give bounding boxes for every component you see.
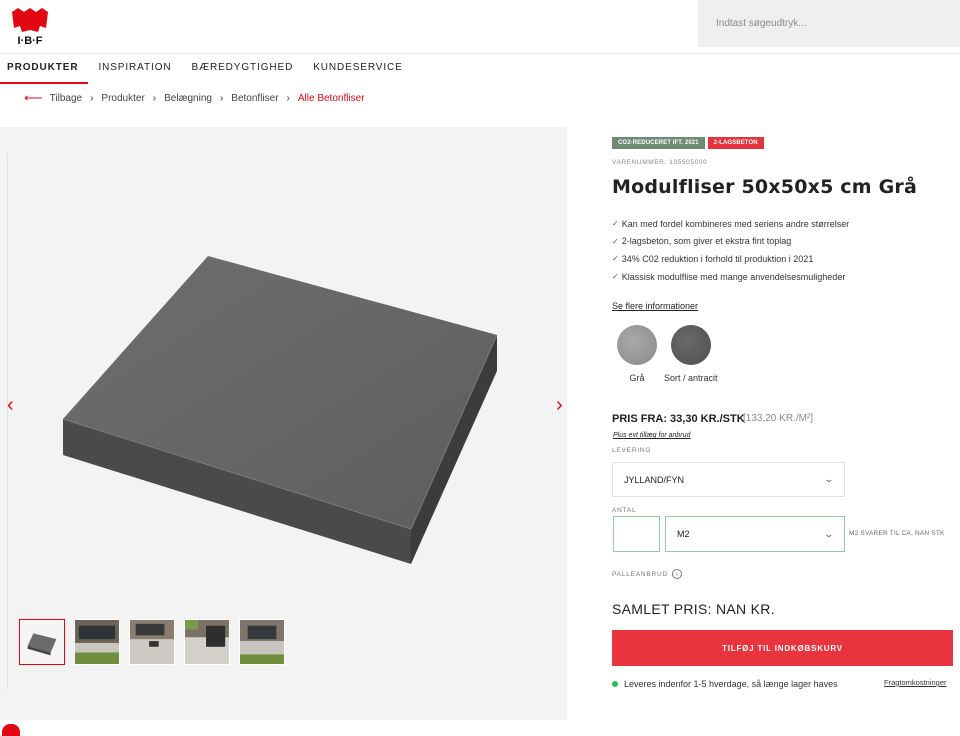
quantity-label: ANTAL (612, 507, 637, 514)
price: PRIS FRA: 33,30 KR./STK (612, 413, 745, 425)
svg-text:I·B·F: I·B·F (17, 35, 42, 46)
gallery-divider (7, 153, 8, 689)
feature-item: ✓ Kan med fordel kombineres med seriens a… (612, 218, 850, 229)
color-circle (670, 325, 711, 365)
thumbnail-4[interactable] (184, 619, 230, 665)
feature-list: ✓ Kan med fordel kombineres med seriens a… (612, 215, 849, 285)
main-nav: PRODUKTER INSPIRATION BÆREDYGTIGHED KUND… (0, 54, 413, 84)
more-info-link[interactable]: Se flere informationer (612, 301, 698, 311)
thumbnail-1[interactable] (19, 619, 65, 665)
broken-surcharge-link[interactable]: Plus evt tillæg for anbrud (613, 432, 690, 439)
color-swatch-gra[interactable]: Grå (617, 325, 657, 383)
product-info: CO2-REDUCERET IFT. 2021 2-LAGSBETON VARE… (612, 0, 960, 736)
nav-item-produkter[interactable]: PRODUKTER (0, 54, 89, 84)
product-image (62, 256, 498, 564)
badge-row: CO2-REDUCERET IFT. 2021 2-LAGSBETON (612, 137, 764, 149)
chevron-right-icon: › (286, 92, 290, 104)
color-swatch-sort[interactable]: Sort / antracit (664, 325, 718, 383)
add-to-cart-button[interactable]: TILFØJ TIL INDKØBSKURV (612, 630, 953, 666)
unit-conversion-note: M2 SVARER TIL CA. NAN STK (849, 530, 945, 537)
stock-status: Leveres indenfor 1-5 hverdage, så længe … (612, 679, 838, 689)
in-stock-dot-icon (612, 681, 618, 687)
chevron-right-icon: › (152, 92, 157, 104)
chevron-right-icon: › (219, 92, 224, 104)
feature-item: ✓ Klassisk modulflise med mange anvendels… (612, 271, 846, 282)
chevron-right-icon[interactable]: › (556, 395, 563, 415)
color-label: Sort / antracit (664, 373, 718, 383)
chevron-right-icon: › (90, 92, 94, 104)
info-icon[interactable]: i (672, 569, 683, 579)
thumbnail-strip (19, 619, 285, 665)
check-icon: ✓ (612, 254, 619, 264)
freight-cost-link[interactable]: Fragtomkostninger (884, 678, 947, 687)
ibf-logo[interactable]: I·B·F (10, 6, 50, 46)
nav-item-kundeservice[interactable]: KUNDESERVICE (303, 54, 413, 84)
quantity-input[interactable] (613, 516, 660, 552)
breadcrumb-back[interactable]: Tilbage (50, 93, 82, 104)
color-circle (617, 325, 657, 365)
breadcrumb-betonfliser[interactable]: Betonfliser (231, 93, 278, 104)
breadcrumb-produkter[interactable]: Produkter (101, 93, 144, 104)
chat-icon[interactable] (2, 724, 20, 736)
thumbnail-5[interactable] (239, 619, 285, 665)
check-icon: ✓ (612, 272, 619, 282)
product-gallery: ‹ › (0, 127, 567, 720)
check-icon: ✓ (612, 219, 619, 229)
check-icon: ✓ (612, 236, 619, 246)
back-arrow-icon[interactable]: ⟵ (24, 90, 43, 106)
breadcrumb-belaegning[interactable]: Belægning (164, 93, 212, 104)
price-per-m2: [133,20 KR./M²] (743, 413, 814, 424)
feature-item: ✓ 2-lagsbeton, som giver et ekstra fint t… (612, 236, 792, 247)
chevron-down-icon: ⌄ (823, 528, 835, 539)
nav-item-inspiration[interactable]: INSPIRATION (88, 54, 181, 84)
chevron-left-icon[interactable]: ‹ (7, 395, 14, 415)
color-label: Grå (629, 373, 645, 383)
nav-item-baeredygtighed[interactable]: BÆREDYGTIGHED (182, 54, 304, 84)
delivery-label: LEVERING (612, 447, 652, 454)
unit-select[interactable]: M2 ⌄ (665, 516, 845, 552)
chevron-down-icon: ⌄ (823, 474, 835, 484)
thumbnail-2[interactable] (74, 619, 120, 665)
sku-number: VARENUMMER: 105505000 (612, 159, 708, 166)
co2-badge: CO2-REDUCERET IFT. 2021 (612, 137, 705, 149)
delivery-select[interactable]: JYLLAND/FYN ⌄ (612, 462, 845, 497)
two-layer-badge: 2-LAGSBETON (707, 137, 764, 149)
breadcrumb-current[interactable]: Alle Betonfliser (298, 93, 365, 104)
product-title: Modulfliser 50x50x5 cm Grå (612, 176, 917, 198)
total-price: SAMLET PRIS: NAN KR. (612, 601, 775, 617)
thumbnail-3[interactable] (129, 619, 175, 665)
breadcrumb: ⟵ Tilbage › Produkter › Belægning › Beto… (24, 90, 365, 106)
pallet-broken-label: PALLEANBRUD i (612, 569, 683, 579)
feature-item: ✓ 34% C02 reduktion i forhold til produkt… (612, 253, 814, 264)
